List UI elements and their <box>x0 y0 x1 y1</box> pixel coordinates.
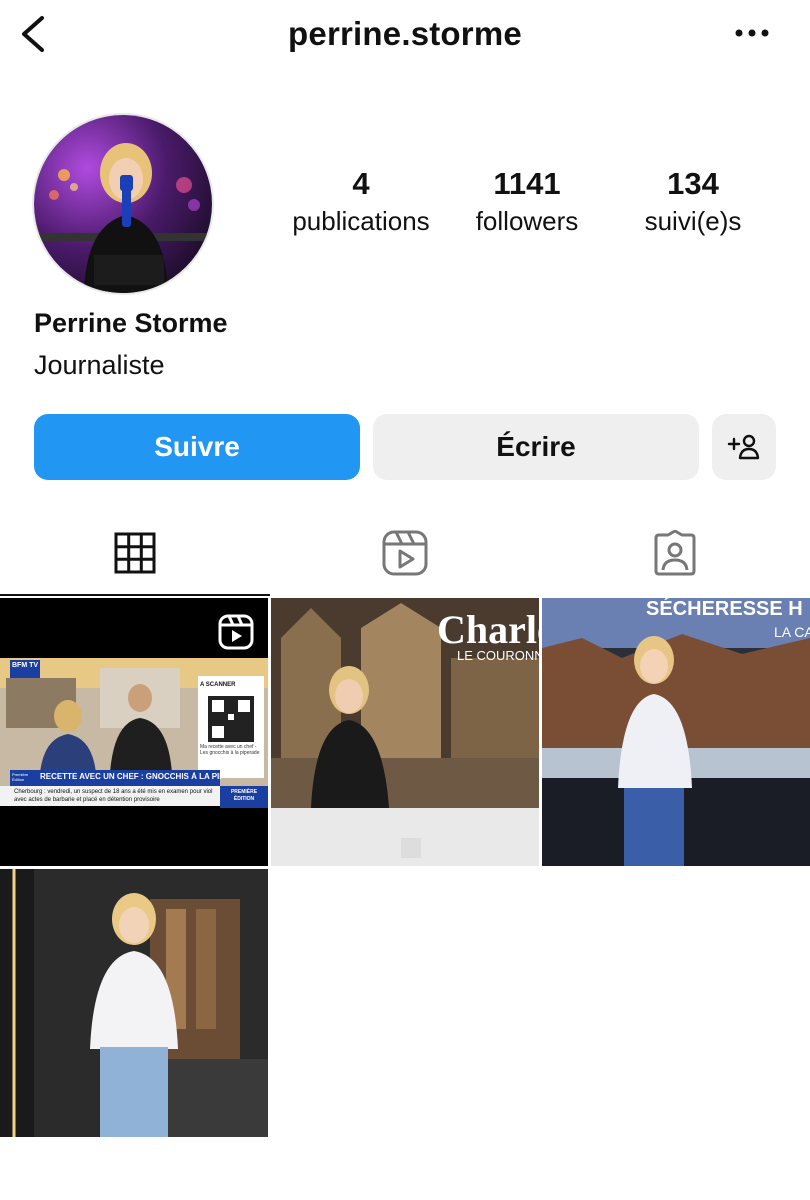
reels-icon <box>382 530 428 576</box>
profile-username: perrine.storme <box>288 15 522 52</box>
stat-followers[interactable]: 1141 followers <box>452 165 602 239</box>
reel-badge-icon <box>218 614 254 650</box>
follow-button[interactable]: Suivre <box>34 414 360 480</box>
stat-following[interactable]: 134 suivi(e)s <box>618 165 768 239</box>
post-tile[interactable]: SÉCHERESSE H LA CA <box>542 598 810 866</box>
stat-publications: 4 publications <box>286 165 436 239</box>
top-bar: perrine.storme <box>0 0 810 70</box>
message-button[interactable]: Écrire <box>373 414 699 480</box>
suggested-accounts-button[interactable] <box>712 414 776 480</box>
stat-value: 134 <box>667 166 719 201</box>
post-title: Charle <box>437 607 539 652</box>
profile-bio: Journaliste <box>34 350 165 380</box>
stat-label: followers <box>475 206 579 236</box>
more-options-icon[interactable] <box>734 18 770 48</box>
post-edition: PREMIÈRE ÉDITION <box>230 789 258 802</box>
profile-full-name: Perrine Storme <box>34 308 228 338</box>
post-qr-label: A SCANNER <box>200 682 236 688</box>
post-title: SÉCHERESSE H <box>646 598 803 620</box>
grid-icon <box>114 532 156 574</box>
post-tile[interactable]: BFM TV A SCANNER Ma recette avec un chef… <box>0 598 268 866</box>
stat-value: 4 <box>352 166 370 201</box>
post-headline: RECETTE AVEC UN CHEF : GNOCCHIS À LA PIP… <box>40 772 222 781</box>
stat-label: publications <box>292 206 430 236</box>
post-tile[interactable]: Charle LE COURONNE <box>271 598 539 866</box>
profile-tabs <box>0 518 810 588</box>
post-channel-badge: BFM TV <box>12 662 39 669</box>
post-subtitle: LE COURONNE <box>457 648 539 663</box>
post-subtitle: LA CA <box>774 624 810 640</box>
tagged-icon <box>654 530 696 576</box>
tab-reels[interactable] <box>270 518 540 588</box>
tab-posts[interactable] <box>0 518 270 588</box>
stat-label: suivi(e)s <box>644 206 742 236</box>
person-add-icon <box>727 434 760 460</box>
tab-tagged[interactable] <box>540 518 810 588</box>
post-program: Première Édition <box>12 772 29 782</box>
post-qr-caption: Ma recette avec un chef - Les gnocchis à… <box>200 744 260 756</box>
post-ticker: Cherbourg : vendredi, un suspect de 18 a… <box>14 789 213 803</box>
post-tile[interactable] <box>0 869 268 1137</box>
stat-value: 1141 <box>493 166 561 201</box>
avatar[interactable] <box>34 115 212 293</box>
active-tab-indicator <box>0 594 270 596</box>
